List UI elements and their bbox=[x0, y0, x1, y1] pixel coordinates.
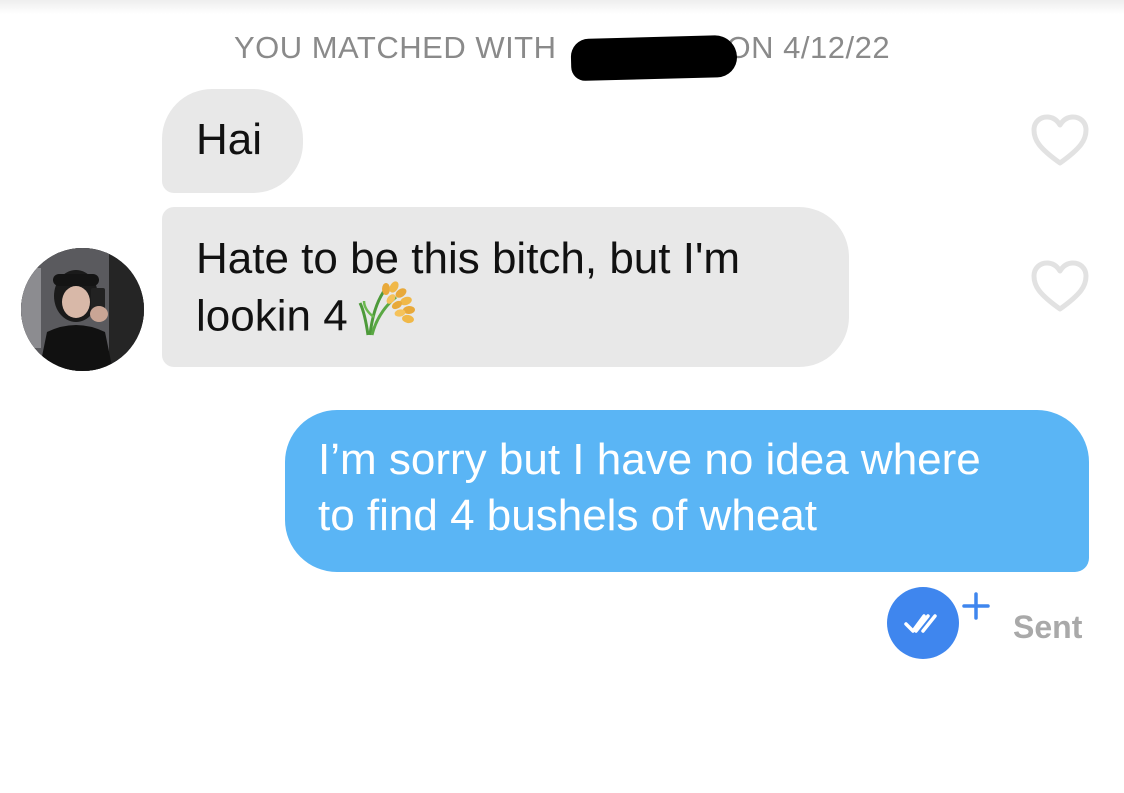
plus-icon[interactable] bbox=[962, 592, 990, 620]
message-text: Hai bbox=[196, 115, 263, 164]
rice-sheaf-icon bbox=[358, 277, 418, 351]
avatar[interactable] bbox=[21, 248, 144, 371]
double-check-icon[interactable] bbox=[887, 587, 959, 659]
match-header-prefix: YOU MATCHED WITH bbox=[233, 30, 557, 65]
message-text: Hate to be this bitch, but I'm lookin 4 bbox=[196, 234, 741, 341]
match-header-suffix: ON 4/12/22 bbox=[726, 30, 891, 65]
sent-status-label: Sent bbox=[1013, 609, 1083, 645]
chat-screen: YOU MATCHED WITH ON 4/12/22 Hai Hate to b… bbox=[0, 0, 1124, 793]
top-shadow bbox=[0, 0, 1124, 14]
heart-icon[interactable] bbox=[1031, 260, 1089, 312]
outgoing-message-bubble[interactable]: I’m sorry but I have no idea where to fi… bbox=[285, 410, 1089, 572]
incoming-message-bubble[interactable]: Hai bbox=[162, 89, 303, 193]
incoming-message-bubble[interactable]: Hate to be this bitch, but I'm lookin 4 bbox=[162, 207, 849, 367]
heart-icon[interactable] bbox=[1031, 114, 1089, 166]
match-date-header: YOU MATCHED WITH ON 4/12/22 bbox=[0, 30, 1124, 66]
redaction-scribble bbox=[570, 34, 738, 82]
message-text: I’m sorry but I have no idea where to fi… bbox=[318, 435, 981, 540]
